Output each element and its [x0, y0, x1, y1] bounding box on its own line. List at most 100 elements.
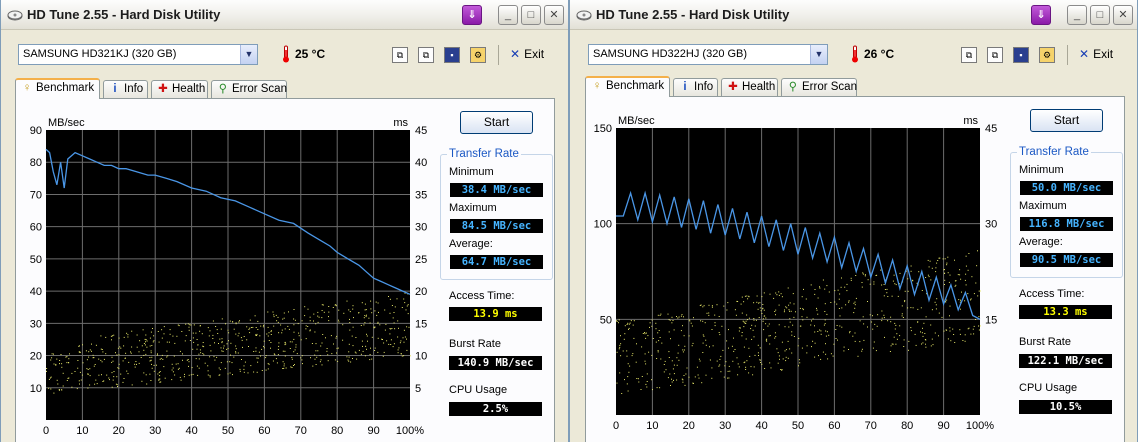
drive-select[interactable]: SAMSUNG HD322HJ (320 GB) ▼ — [588, 44, 828, 65]
title-bar[interactable]: HD Tune 2.55 - Hard Disk Utility ⇓ _ □ ✕ — [1, 0, 568, 30]
access-time-point — [87, 387, 89, 389]
access-time-point — [830, 353, 832, 355]
copy-all-icon[interactable]: ⧉ — [418, 47, 434, 63]
minimize-button[interactable]: _ — [1067, 5, 1087, 25]
access-time-point — [742, 320, 744, 322]
copy-icon[interactable]: ⧉ — [392, 47, 408, 63]
tab-health[interactable]: ✚ Health — [151, 80, 208, 98]
download-icon[interactable]: ⇓ — [462, 5, 482, 25]
access-time-point — [366, 314, 367, 316]
x-tick-label: 80 — [331, 425, 343, 437]
access-time-point — [92, 354, 94, 356]
access-time-point — [760, 362, 762, 363]
chevron-down-icon[interactable]: ▼ — [810, 45, 827, 64]
access-time-point — [179, 350, 181, 352]
options-icon[interactable]: ⚙ — [1039, 47, 1055, 63]
access-time-point — [317, 315, 319, 317]
hdtune-app-icon — [576, 10, 592, 21]
tab-benchmark[interactable]: ♀ Benchmark — [15, 78, 100, 99]
options-icon[interactable]: ⚙ — [470, 47, 486, 63]
y-axis-label: MB/sec — [48, 117, 85, 129]
access-time-point — [635, 361, 637, 363]
access-time-point — [77, 360, 79, 361]
access-time-point — [157, 353, 158, 355]
access-time-point — [377, 302, 379, 304]
tab-info[interactable]: i Info — [103, 80, 148, 98]
access-time-point — [907, 307, 909, 309]
access-time-point — [727, 370, 729, 372]
access-time-point — [207, 327, 209, 329]
access-time-point — [955, 280, 957, 282]
tab-info[interactable]: i Info — [673, 78, 718, 96]
exit-button[interactable]: ✕ Exit — [510, 47, 544, 61]
access-time-point — [935, 271, 937, 273]
start-button[interactable]: Start — [460, 111, 533, 134]
access-time-point — [241, 359, 242, 360]
access-time-point — [967, 293, 969, 295]
tab-benchmark[interactable]: ♀ Benchmark — [585, 76, 670, 97]
minimize-button[interactable]: _ — [498, 5, 518, 25]
close-button[interactable]: ✕ — [1113, 5, 1133, 25]
access-time-point — [66, 362, 68, 364]
tab-error-scan[interactable]: ⚲ Error Scan — [211, 80, 287, 98]
access-time-point — [62, 372, 64, 374]
access-time-point — [384, 309, 386, 311]
access-time-point — [837, 339, 838, 341]
access-time-point — [293, 318, 295, 320]
drive-select[interactable]: SAMSUNG HD321KJ (320 GB) ▼ — [18, 44, 258, 65]
exit-button[interactable]: ✕ Exit — [1079, 47, 1113, 61]
access-time-point — [209, 356, 211, 358]
access-time-point — [295, 344, 297, 346]
start-button[interactable]: Start — [1030, 109, 1103, 132]
access-time-point — [349, 329, 351, 331]
access-time-point — [212, 338, 214, 339]
maximize-button[interactable]: □ — [1090, 5, 1110, 25]
access-time-point — [728, 329, 729, 331]
access-time-point — [278, 332, 280, 334]
access-time-point — [678, 316, 680, 318]
access-time-point — [867, 279, 869, 281]
thermometer-icon — [283, 45, 289, 63]
copy-all-icon[interactable]: ⧉ — [987, 47, 1003, 63]
access-time-point — [825, 343, 826, 345]
access-time-point — [315, 364, 317, 365]
access-time-point — [328, 311, 330, 313]
access-time-point — [196, 365, 198, 367]
access-time-point — [118, 363, 120, 365]
access-time-point — [79, 383, 80, 385]
access-time-point — [250, 327, 252, 328]
access-time-point — [150, 380, 152, 381]
y-tick-label: 60 — [30, 222, 42, 234]
download-icon[interactable]: ⇓ — [1031, 5, 1051, 25]
access-time-point — [750, 328, 752, 330]
access-time-point — [96, 383, 98, 385]
access-time-point — [169, 333, 171, 335]
tab-health[interactable]: ✚ Health — [721, 78, 778, 96]
access-time-point — [360, 353, 362, 355]
access-time-point — [738, 366, 740, 368]
close-button[interactable]: ✕ — [544, 5, 564, 25]
title-bar[interactable]: HD Tune 2.55 - Hard Disk Utility ⇓ _ □ ✕ — [570, 0, 1137, 30]
access-time-point — [158, 341, 160, 343]
access-time-point — [152, 341, 154, 343]
copy-icon[interactable]: ⧉ — [961, 47, 977, 63]
access-time-point — [915, 344, 917, 346]
access-time-point — [783, 311, 785, 313]
save-icon[interactable]: ▪ — [1013, 47, 1029, 63]
access-time-point — [824, 319, 826, 321]
access-time-point — [798, 337, 800, 339]
access-time-point — [688, 376, 690, 378]
access-time-point — [661, 342, 663, 344]
access-time-point — [71, 372, 73, 374]
access-time-point — [355, 352, 357, 354]
access-time-point — [859, 320, 861, 322]
access-time-point — [248, 346, 249, 347]
save-icon[interactable]: ▪ — [444, 47, 460, 63]
access-time-point — [728, 365, 730, 367]
access-time-point — [824, 311, 826, 312]
chevron-down-icon[interactable]: ▼ — [240, 45, 257, 64]
tab-error-scan[interactable]: ⚲ Error Scan — [781, 78, 857, 96]
access-time-point — [975, 282, 977, 284]
maximize-button[interactable]: □ — [521, 5, 541, 25]
exit-label: Exit — [1093, 47, 1114, 61]
